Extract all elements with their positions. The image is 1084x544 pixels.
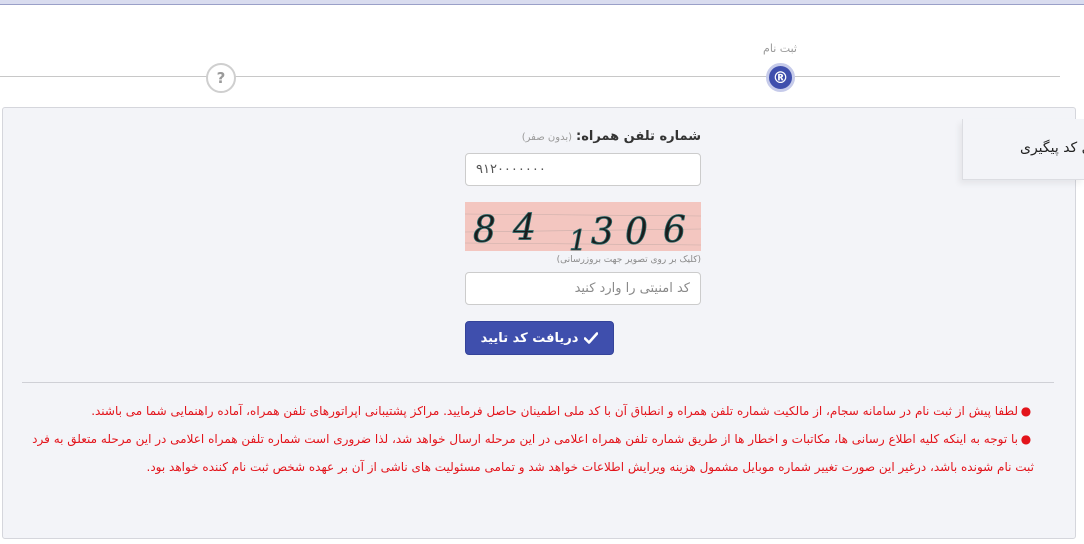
tracking-code-tab[interactable]: ی کد پیگیری: [962, 119, 1084, 180]
phone-input[interactable]: [465, 153, 701, 186]
notice-item: ●لطفا پیش از ثبت نام در سامانه سجام، از …: [22, 397, 1034, 425]
get-verification-code-button[interactable]: دریافت کد تایید: [465, 321, 614, 355]
top-border: [0, 4, 1084, 5]
phone-hint: (بدون صفر): [521, 132, 573, 143]
captcha-image[interactable]: 8 4 1 3 0 6: [465, 202, 701, 251]
bullet-icon: ●: [1020, 432, 1032, 446]
submit-label: دریافت کد تایید: [480, 330, 579, 346]
notice-item: ●با توجه به اینکه کلیه اطلاع رسانی ها، م…: [22, 425, 1034, 481]
captcha-char-4: 3: [591, 212, 614, 251]
captcha-char-1: 8: [473, 210, 496, 251]
phone-field-label: شماره تلفن همراه:(بدون صفر): [465, 129, 701, 144]
captcha-char-2: 4: [512, 208, 536, 249]
section-divider: [22, 382, 1054, 383]
phone-label-text: شماره تلفن همراه:: [576, 129, 701, 144]
notice-text: لطفا پیش از ثبت نام در سامانه سجام، از م…: [91, 404, 1018, 418]
captcha-char-5: 0: [625, 212, 648, 251]
captcha-refresh-hint: (کلیک بر روی تصویر جهت بروزرسانی): [556, 255, 701, 265]
tracking-code-label: ی کد پیگیری: [1020, 140, 1084, 156]
check-icon: [584, 332, 599, 344]
step-registration-icon[interactable]: ®: [766, 63, 795, 92]
notice-text: با توجه به اینکه کلیه اطلاع رسانی ها، مک…: [32, 432, 1034, 474]
step-registration-label: ثبت نام: [763, 42, 797, 55]
stepper-line: [0, 76, 1060, 77]
captcha-char-3: 1: [569, 224, 587, 251]
captcha-input[interactable]: [465, 272, 701, 305]
step-help-icon[interactable]: ?: [206, 63, 236, 93]
bullet-icon: ●: [1020, 404, 1032, 418]
captcha-graphic: 8 4 1 3 0 6: [465, 208, 701, 251]
captcha-char-6: 6: [663, 210, 686, 251]
